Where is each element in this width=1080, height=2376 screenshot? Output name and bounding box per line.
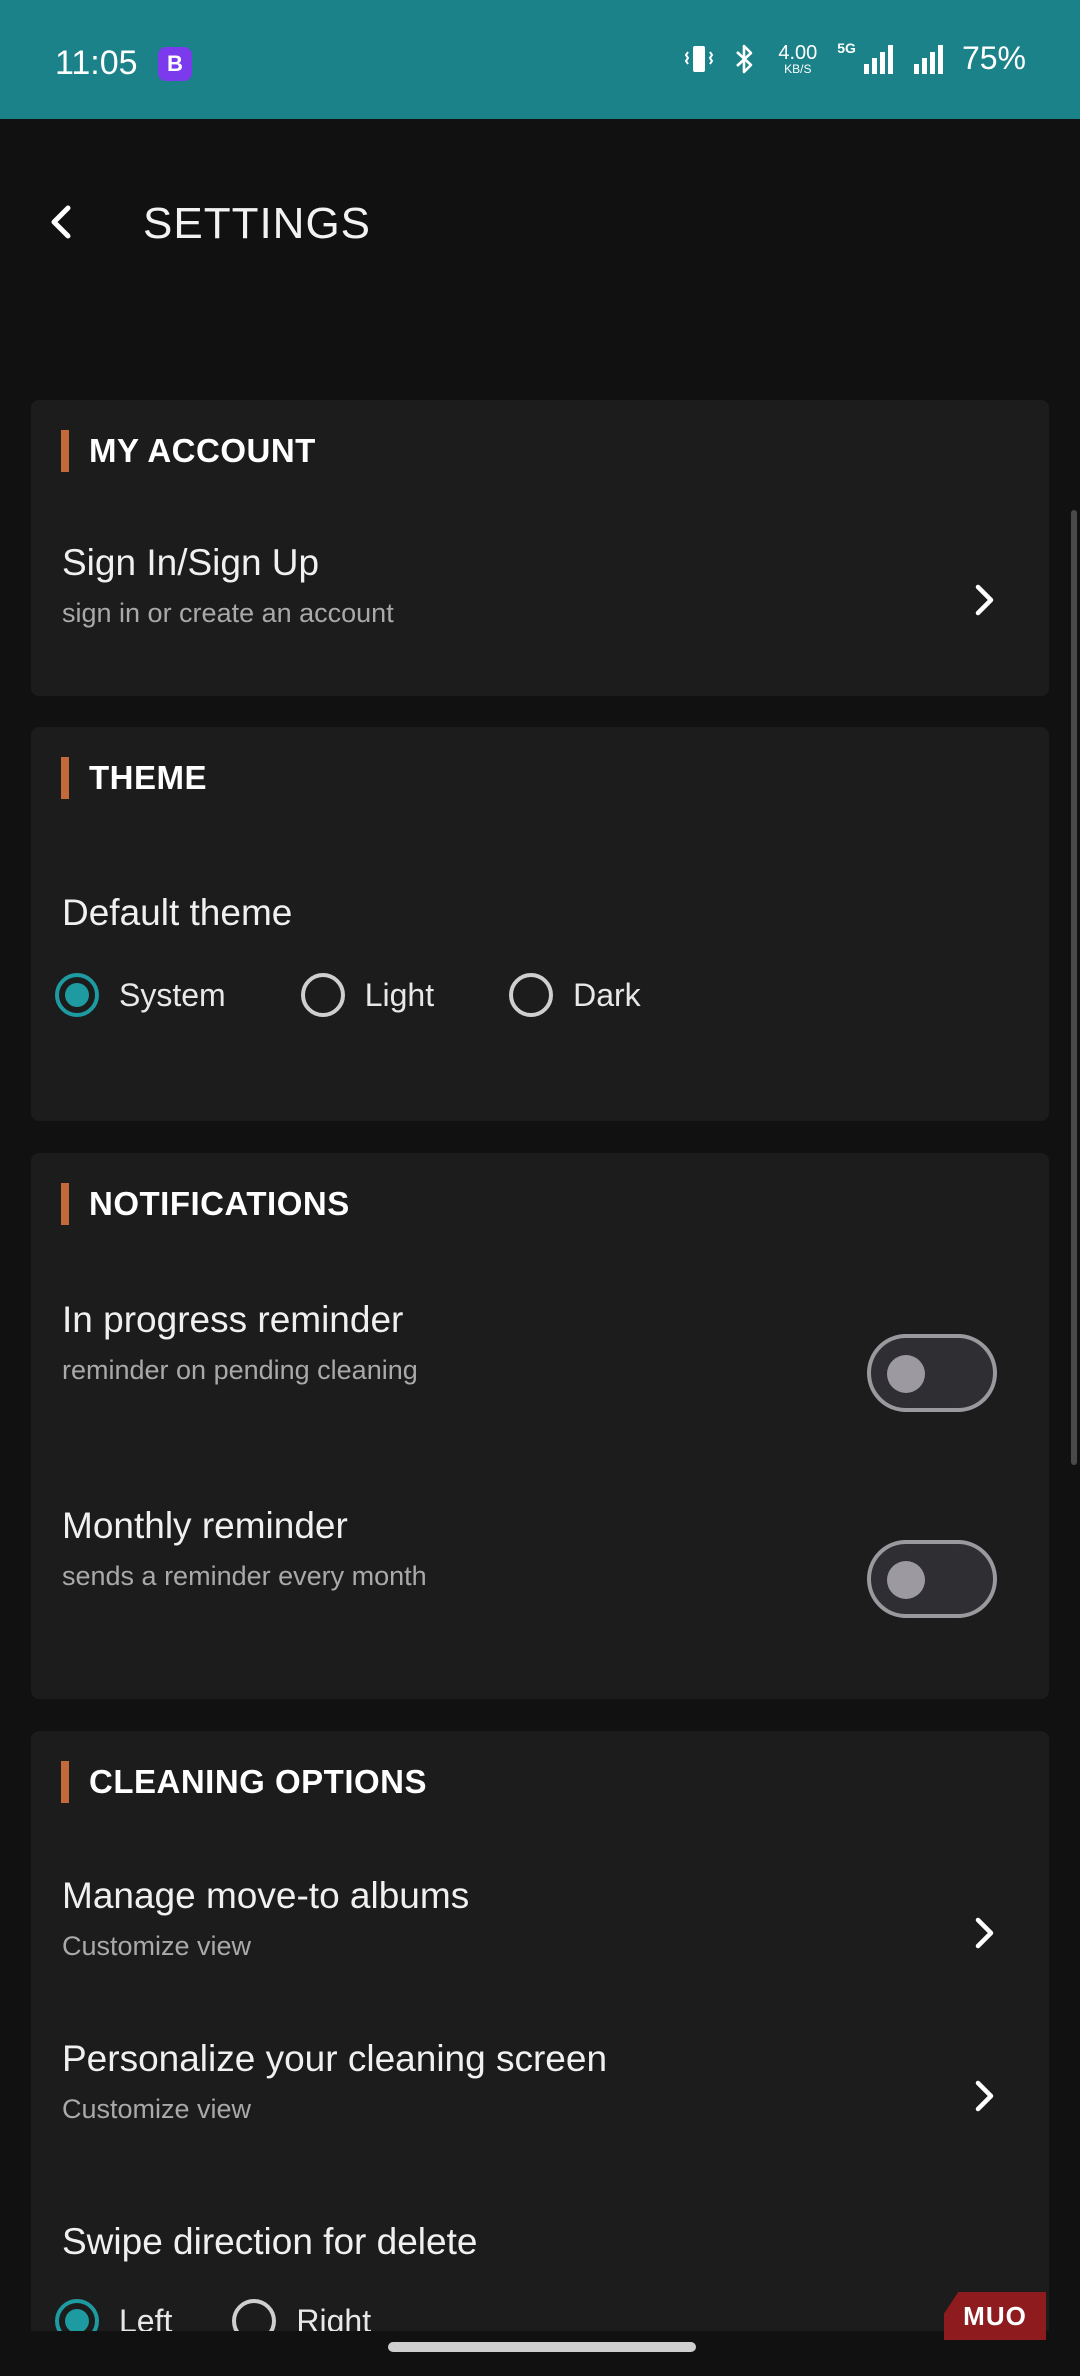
radio-system[interactable]: System: [55, 973, 226, 1017]
chevron-right-icon[interactable]: [964, 1913, 1004, 1953]
in-progress-reminder-toggle[interactable]: [867, 1334, 997, 1412]
section-title: MY ACCOUNT: [89, 432, 316, 469]
chevron-right-icon[interactable]: [964, 580, 1004, 620]
network-speed: 4.00 KB/S: [778, 43, 817, 75]
row-title: Sign In/Sign Up: [62, 542, 320, 583]
section-accent-bar: [61, 1183, 69, 1225]
app-notification-icon: B: [158, 47, 192, 81]
signal-icon-2: [913, 44, 943, 74]
app-bar: SETTINGS: [0, 119, 1080, 339]
account-header: MY ACCOUNT: [61, 430, 316, 472]
radio-unchecked-icon: [300, 973, 345, 1017]
status-icons: 4.00 KB/S 5G 75%: [684, 40, 1026, 77]
notifications-card: NOTIFICATIONS In progress reminder remin…: [31, 1153, 1049, 1699]
monthly-reminder-toggle[interactable]: [867, 1540, 997, 1618]
bottom-mask: [0, 2331, 1080, 2376]
row-subtitle: sign in or create an account: [62, 598, 394, 628]
network-speed-value: 4.00: [778, 41, 818, 64]
default-theme-label-row: Default theme: [62, 892, 1022, 934]
radio-checked-icon: [55, 973, 99, 1017]
bluetooth-icon: [736, 44, 753, 73]
account-card: MY ACCOUNT Sign In/Sign Up sign in or cr…: [31, 400, 1049, 696]
cleaning-options-card: CLEANING OPTIONS Manage move-to albums C…: [31, 1731, 1049, 2343]
row-subtitle: Customize view: [62, 2094, 252, 2124]
row-title: Monthly reminder: [62, 1505, 348, 1546]
toggle-knob: [887, 1561, 925, 1599]
scrollbar[interactable]: [1071, 510, 1077, 1465]
radio-light[interactable]: Light: [300, 973, 435, 1017]
section-title: NOTIFICATIONS: [89, 1185, 350, 1222]
radio-unchecked-icon: [509, 973, 554, 1017]
section-title: THEME: [89, 759, 207, 796]
page-title: SETTINGS: [143, 199, 372, 248]
chevron-right-icon[interactable]: [964, 2076, 1004, 2116]
theme-header: THEME: [61, 757, 207, 799]
cleaning-header: CLEANING OPTIONS: [61, 1761, 427, 1803]
battery-percent: 75%: [961, 40, 1026, 76]
section-accent-bar: [61, 430, 69, 472]
watermark-logo: MUO: [944, 2292, 1046, 2340]
section-accent-bar: [61, 1761, 69, 1803]
row-title: In progress reminder: [62, 1299, 404, 1340]
row-subtitle: Customize view: [62, 1931, 252, 1961]
theme-card: THEME Default theme System Light Dark: [31, 727, 1049, 1121]
back-button[interactable]: [36, 197, 86, 247]
section-title: CLEANING OPTIONS: [89, 1763, 428, 1800]
radio-label: Dark: [573, 976, 641, 1013]
manage-albums-row[interactable]: Manage move-to albums Customize view: [62, 1875, 1022, 1962]
back-arrow-icon: [51, 205, 71, 239]
radio-label: Light: [364, 976, 435, 1013]
network-type: 5G: [837, 40, 856, 56]
notifications-header: NOTIFICATIONS: [61, 1183, 350, 1225]
row-title: Personalize your cleaning screen: [62, 2038, 608, 2079]
swipe-direction-label-row: Swipe direction for delete: [62, 2221, 1022, 2263]
section-accent-bar: [61, 757, 69, 799]
network-speed-unit: KB/S: [784, 61, 812, 76]
vibrate-icon: [685, 45, 714, 72]
home-indicator[interactable]: [388, 2342, 696, 2352]
toggle-knob: [887, 1355, 925, 1393]
status-bar: 11:05 B 4.00 KB/S 5G 75%: [0, 0, 1080, 119]
theme-radio-group: System Light Dark: [55, 973, 691, 1017]
radio-dark[interactable]: Dark: [509, 973, 641, 1017]
default-theme-label: Default theme: [62, 892, 293, 933]
status-time: 11:05: [55, 44, 138, 82]
swipe-direction-label: Swipe direction for delete: [62, 2221, 478, 2262]
radio-label: System: [119, 976, 226, 1013]
row-title: Manage move-to albums: [62, 1875, 470, 1916]
personalize-cleaning-row[interactable]: Personalize your cleaning screen Customi…: [62, 2038, 1022, 2125]
signal-icon: [863, 44, 893, 74]
sign-in-row[interactable]: Sign In/Sign Up sign in or create an acc…: [62, 542, 1022, 629]
